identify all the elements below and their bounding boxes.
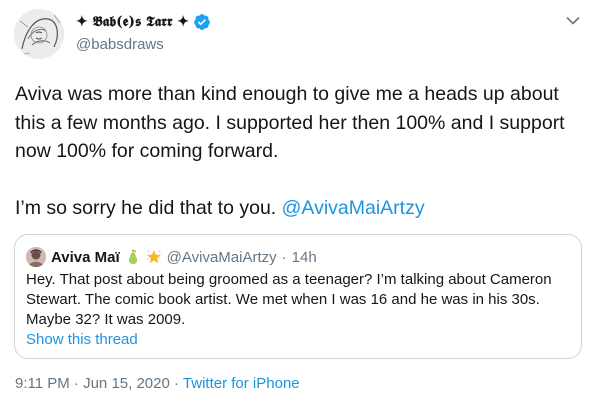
author-name-row[interactable]: ✦ 𝕭𝖆𝖇(𝖊)𝖘 𝕿𝖆𝖗𝖗 ✦: [76, 12, 211, 32]
quoted-separator: ·: [281, 248, 287, 266]
tweet-paragraph-2: I’m so sorry he did that to you. @AvivaM…: [15, 194, 575, 223]
author-handle[interactable]: @babsdraws: [76, 36, 164, 53]
meta-separator-1: ·: [73, 375, 79, 392]
mention-link[interactable]: @AvivaMaiArtzy: [282, 197, 425, 219]
star-emoji-icon: [146, 250, 161, 264]
chevron-down-icon[interactable]: [566, 16, 580, 26]
quoted-avatar-image: [26, 247, 46, 267]
verified-badge-icon: [194, 14, 210, 30]
tweet-paragraph-2-text: I’m so sorry he did that to you.: [15, 197, 282, 219]
tweet-date[interactable]: Jun 15, 2020: [83, 375, 170, 392]
quoted-time[interactable]: 14h: [292, 249, 317, 266]
avatar-sketch: [14, 9, 64, 59]
pear-emoji-icon: [128, 249, 137, 264]
quoted-display-name[interactable]: Aviva Maï: [51, 249, 120, 266]
quoted-avatar[interactable]: [26, 247, 46, 267]
tweet-text: Aviva was more than kind enough to give …: [15, 80, 575, 223]
quoted-handle[interactable]: @AvivaMaiArtzy: [167, 249, 277, 266]
tweet-card: ✦ 𝕭𝖆𝖇(𝖊)𝖘 𝕿𝖆𝖗𝖗 ✦ @babsdraws Aviva was mo…: [0, 0, 596, 409]
author-display-name[interactable]: ✦ 𝕭𝖆𝖇(𝖊)𝖘 𝕿𝖆𝖗𝖗 ✦: [76, 14, 189, 30]
avatar[interactable]: [14, 9, 64, 59]
tweet-time[interactable]: 9:11 PM: [15, 375, 70, 392]
quoted-tweet-text: Hey. That post about being groomed as a …: [26, 271, 552, 328]
tweet-source-link[interactable]: Twitter for iPhone: [183, 375, 300, 392]
quoted-tweet[interactable]: Aviva Maï @AvivaMaiArtzy · 14h Hey. That…: [14, 234, 582, 359]
tweet-meta: 9:11 PM · Jun 15, 2020 · Twitter for iPh…: [15, 375, 300, 392]
quoted-tweet-header: Aviva Maï @AvivaMaiArtzy · 14h: [26, 246, 317, 268]
show-thread-link[interactable]: Show this thread: [26, 331, 138, 348]
meta-separator-2: ·: [174, 375, 180, 392]
tweet-paragraph-1: Aviva was more than kind enough to give …: [15, 83, 565, 162]
